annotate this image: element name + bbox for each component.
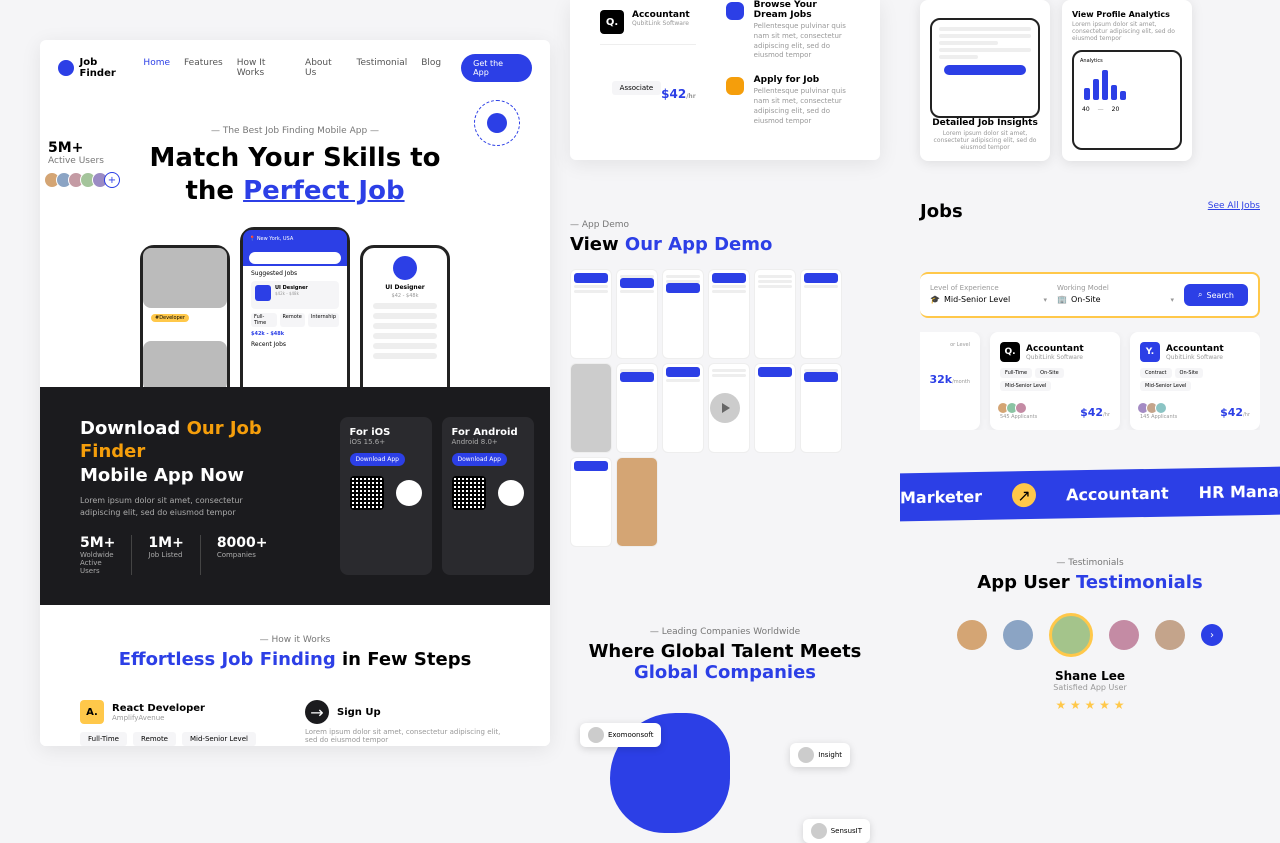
- download-section: Download Our Job Finder Mobile App Now L…: [40, 387, 550, 605]
- nav-about[interactable]: About Us: [305, 58, 343, 78]
- experience-select[interactable]: 🎓Mid-Senior Level▾: [930, 295, 1047, 304]
- nav-features[interactable]: Features: [184, 58, 223, 78]
- search-icon: ⌕: [1198, 290, 1202, 300]
- nav-home[interactable]: Home: [143, 58, 170, 78]
- next-testimonial-button[interactable]: ›: [1201, 624, 1223, 646]
- brand-name: Job Finder: [80, 57, 136, 79]
- jobs-section: Jobs See All Jobs Level of Experience 🎓M…: [920, 201, 1260, 430]
- model-select[interactable]: 🏢On-Site▾: [1057, 295, 1174, 304]
- phone-mockup-center: 📍 New York, USA Suggested Jobs UI Design…: [240, 227, 350, 387]
- apple-icon: [396, 480, 422, 506]
- application-badge-icon: [474, 100, 520, 146]
- testimonials-section: — Testimonials App User Testimonials › S…: [920, 558, 1260, 712]
- testimonial-avatar[interactable]: [1155, 620, 1185, 650]
- chevron-down-icon: ▾: [1171, 296, 1175, 304]
- job-feature-card: Q. AccountantQubitLink Software Associat…: [570, 0, 880, 160]
- browse-icon: [726, 2, 744, 20]
- company-icon: A.: [80, 700, 104, 724]
- developer-chip: #Developer: [151, 314, 189, 322]
- ios-download-button[interactable]: Download App: [350, 453, 405, 466]
- testimonial-avatar-active[interactable]: [1049, 613, 1093, 657]
- qr-icon: [350, 476, 384, 510]
- hero-subtitle: — The Best Job Finding Mobile App —: [80, 126, 510, 136]
- brand-logo[interactable]: Job Finder: [58, 57, 135, 79]
- active-users-stat: 5M+ Active Users +: [48, 140, 120, 188]
- android-download-button[interactable]: Download App: [452, 453, 507, 466]
- app-demo-section: — App Demo View Our App Demo: [570, 220, 880, 547]
- nav-testimonial[interactable]: Testimonial: [357, 58, 408, 78]
- qr-icon: [452, 476, 486, 510]
- job-insights-card: Detailed Job Insights Lorem ipsum dolor …: [920, 0, 1050, 161]
- hero-section: Job Finder Home Features How It Works Ab…: [40, 40, 550, 746]
- nav-how[interactable]: How It Works: [237, 58, 291, 78]
- download-stats: 5M+Woldwide Active Users 1M+Job Listed 8…: [80, 535, 300, 575]
- company-icon: Y.: [1140, 342, 1160, 362]
- how-it-works-section: — How it Works Effortless Job Finding in…: [40, 605, 550, 746]
- testimonial-avatar[interactable]: [957, 620, 987, 650]
- phone-mockup-left: #Developer #Designer Finding Your Perfec…: [140, 245, 230, 387]
- see-all-jobs-link[interactable]: See All Jobs: [1208, 201, 1260, 211]
- nav-blog[interactable]: Blog: [421, 58, 441, 78]
- company-icon: Q.: [1000, 342, 1020, 362]
- global-companies-section: — Leading Companies Worldwide Where Glob…: [570, 627, 880, 843]
- company-icon: Q.: [600, 10, 624, 34]
- job-filters: Level of Experience 🎓Mid-Senior Level▾ W…: [920, 272, 1260, 318]
- ios-download-card: For iOS iOS 15.6+ Download App: [340, 417, 432, 575]
- feature-cards: Detailed Job Insights Lorem ipsum dolor …: [920, 0, 1260, 161]
- step-icon: →: [305, 700, 329, 724]
- analytics-card: View Profile Analytics Lorem ipsum dolor…: [1062, 0, 1192, 161]
- testimonial-avatar[interactable]: [1109, 620, 1139, 650]
- signup-step: → Sign Up Lorem ipsum dolor sit amet, co…: [305, 700, 510, 746]
- download-desc: Lorem ipsum dolor sit amet, consectetur …: [80, 495, 280, 519]
- download-title: Download Our Job Finder Mobile App Now: [80, 417, 300, 487]
- chevron-down-icon: ▾: [1044, 296, 1048, 304]
- android-download-card: For Android Android 8.0+ Download App: [442, 417, 534, 575]
- search-button[interactable]: ⌕Search: [1184, 284, 1248, 306]
- play-button[interactable]: [710, 393, 740, 423]
- hero-title: Match Your Skills to the Perfect Job: [80, 142, 510, 207]
- job-card[interactable]: Q.AccountantQubitLink Software Full-Time…: [990, 332, 1120, 430]
- logo-icon: [58, 60, 74, 76]
- testimonial-avatar[interactable]: [1003, 620, 1033, 650]
- android-icon: [498, 480, 524, 506]
- phone-mockups: #Developer #Designer Finding Your Perfec…: [40, 227, 550, 387]
- company-tag: SensusIT: [803, 819, 870, 843]
- job-card-list: or Level 32k/month Q.AccountantQubitLink…: [920, 332, 1260, 430]
- company-tag: Insight: [790, 743, 850, 767]
- company-tag: Exomoonsoft: [580, 723, 661, 747]
- get-app-button[interactable]: Get the App: [461, 54, 532, 82]
- nav-links: Home Features How It Works About Us Test…: [143, 58, 441, 78]
- role-ticker: Marketer ↗ Accountant HR Manage: [900, 467, 1280, 522]
- job-card[interactable]: Y.AccountantQubitLink Software ContractO…: [1130, 332, 1260, 430]
- ticker-arrow-icon: ↗: [1012, 483, 1036, 507]
- avatar-more-button[interactable]: +: [104, 172, 120, 188]
- star-rating: ★ ★ ★ ★ ★: [920, 698, 1260, 712]
- user-avatars: +: [48, 172, 120, 188]
- apply-icon: [726, 77, 744, 95]
- apply-button-mockup: [944, 65, 1026, 75]
- sample-job-card: A. React DeveloperAmplifyAvenue Full-Tim…: [80, 700, 285, 746]
- top-nav: Job Finder Home Features How It Works Ab…: [40, 40, 550, 96]
- phone-mockup-right: UI Designer $42 - $48k: [360, 245, 450, 387]
- screenshot-grid: [570, 269, 880, 547]
